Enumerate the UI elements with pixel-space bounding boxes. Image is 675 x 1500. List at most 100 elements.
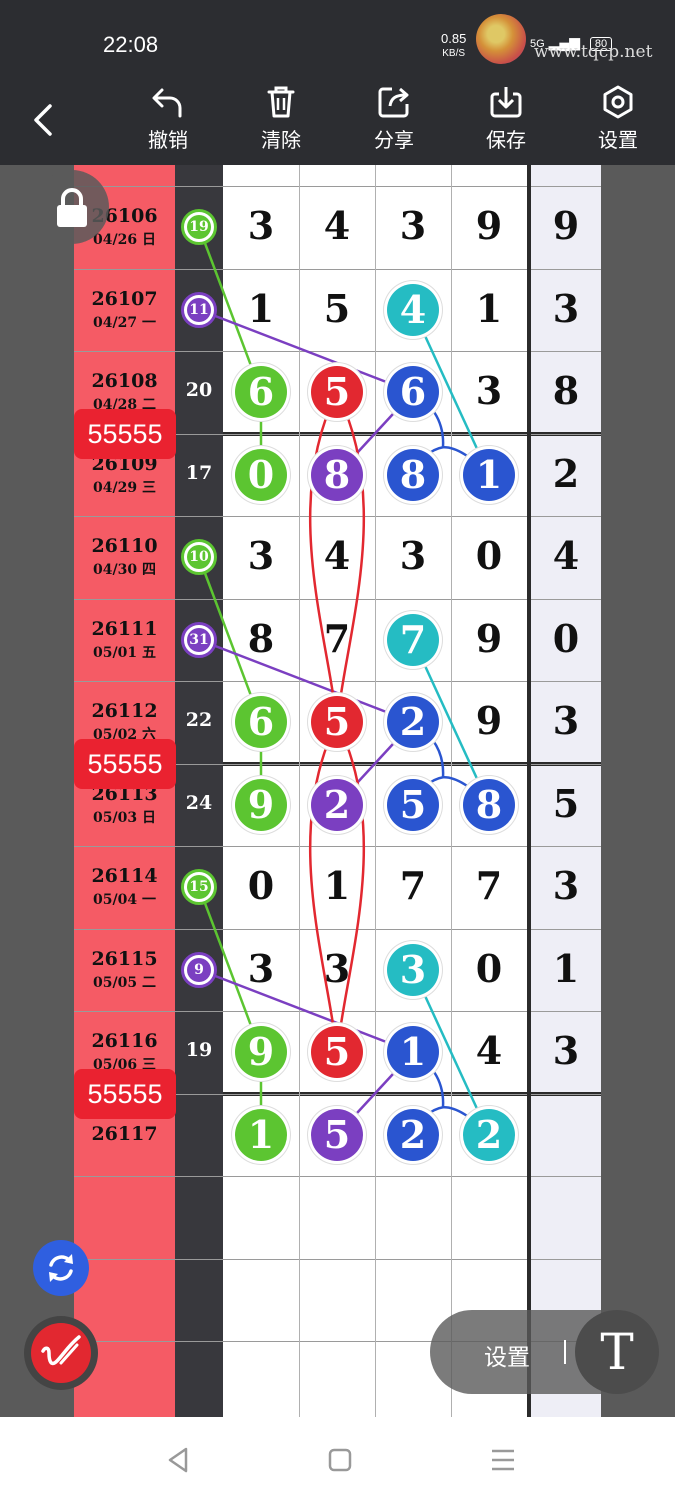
marker-value: 11 <box>187 297 211 322</box>
sum-cell: 3 <box>552 863 580 909</box>
issue-date: 04/27 一 <box>93 314 156 331</box>
issue-cell: 26109 04/29 三 <box>74 453 175 497</box>
settings-pill[interactable]: 设置 T <box>430 1310 675 1394</box>
number-ball: 9 <box>235 778 287 831</box>
digit-cell: 9 <box>475 203 503 249</box>
column-divider <box>299 165 300 1417</box>
clear-label: 清除 <box>261 128 301 152</box>
text-icon[interactable]: T <box>575 1310 659 1394</box>
pen-color-swatch <box>31 1323 91 1383</box>
number-ball: 7 <box>387 613 439 666</box>
digit-cell: 1 <box>323 863 351 909</box>
sum-cell: 5 <box>552 780 580 826</box>
back-button[interactable] <box>30 100 60 140</box>
marker-value: 19 <box>187 215 211 240</box>
issue-cell: 26111 05/01 五 <box>74 618 175 662</box>
issue-number: 26115 <box>91 947 158 970</box>
issue-cell: 26107 04/27 一 <box>74 288 175 332</box>
marker-value: 10 <box>187 545 211 570</box>
digit-cell: 3 <box>247 533 275 579</box>
issue-date: 05/03 日 <box>93 809 156 826</box>
issue-cell: 26112 05/02 六 <box>74 700 175 744</box>
digit-cell: 3 <box>323 945 351 991</box>
sum-cell: 3 <box>552 285 580 331</box>
trash-icon <box>267 86 295 118</box>
digit-cell: 1 <box>475 285 503 331</box>
number-ball: 0 <box>235 448 287 501</box>
marker-ball: 15 <box>181 869 217 906</box>
issue-number: 26114 <box>91 865 158 888</box>
sum-cell: 2 <box>552 450 580 496</box>
number-ball: 2 <box>463 1108 515 1161</box>
sum-cell: 4 <box>552 533 580 579</box>
number-ball: 5 <box>311 1026 363 1079</box>
issue-number: 26107 <box>91 287 158 310</box>
save-label: 保存 <box>486 128 526 152</box>
nav-home-icon[interactable] <box>325 1445 355 1475</box>
number-ball: 4 <box>387 283 439 336</box>
sum-cell: 9 <box>552 203 580 249</box>
pen-button[interactable] <box>24 1316 98 1390</box>
refresh-button[interactable] <box>33 1240 89 1296</box>
number-ball: 1 <box>235 1108 287 1161</box>
number-ball: 8 <box>311 448 363 501</box>
save-button[interactable]: 保存 <box>466 84 546 153</box>
top-toolbar: 22:08 0.85 KB/S 5G ▂▄▆ 80 www.tqcp.net 撤… <box>0 0 675 165</box>
undo-label: 撤销 <box>148 128 188 152</box>
system-nav-bar <box>0 1417 675 1500</box>
number-ball: 5 <box>387 778 439 831</box>
watermark: www.tqcp.net <box>476 10 666 66</box>
issue-cell: 26116 05/06 三 <box>74 1030 175 1074</box>
digit-cell: 0 <box>247 863 275 909</box>
row-divider <box>74 351 601 352</box>
issue-cell: 26115 05/05 二 <box>74 948 175 992</box>
sum-cell: 1 <box>552 945 580 991</box>
number-ball: 3 <box>387 943 439 996</box>
lock-button[interactable] <box>35 170 109 244</box>
nav-back-icon[interactable] <box>164 1445 194 1475</box>
clear-button[interactable]: 清除 <box>241 84 321 153</box>
number-ball: 5 <box>311 1108 363 1161</box>
pill-settings-label[interactable]: 设置 <box>484 1338 530 1372</box>
row-divider <box>74 846 601 847</box>
settings-label: 设置 <box>598 128 638 152</box>
lock-icon <box>57 188 87 227</box>
marker-value: 31 <box>187 627 211 652</box>
span-value: 22 <box>185 709 213 732</box>
share-label: 分享 <box>374 128 414 152</box>
digit-cell: 9 <box>475 615 503 661</box>
issue-date: 04/30 四 <box>93 562 156 579</box>
undo-button[interactable]: 撤销 <box>128 84 208 153</box>
sum-cell: 3 <box>552 698 580 744</box>
nav-menu-icon[interactable] <box>488 1445 518 1475</box>
digit-cell: 3 <box>399 533 427 579</box>
digit-cell: 3 <box>475 368 503 414</box>
marker-value: 9 <box>187 957 211 982</box>
issue-number: 26112 <box>91 700 158 723</box>
number-ball: 8 <box>463 778 515 831</box>
issue-date: 05/01 五 <box>93 644 156 661</box>
row-divider <box>74 681 601 682</box>
issue-date: 04/29 三 <box>93 479 156 496</box>
watermark-url: www.tqcp.net <box>534 42 653 62</box>
marker-ball: 10 <box>181 539 217 576</box>
share-button[interactable]: 分享 <box>354 84 434 153</box>
status-time: 22:08 <box>103 32 159 57</box>
issue-number: 26111 <box>91 617 158 640</box>
number-ball: 8 <box>387 448 439 501</box>
marker-ball: 9 <box>181 951 217 988</box>
number-ball: 1 <box>463 448 515 501</box>
badge-55555: 55555 <box>74 409 176 459</box>
settings-button[interactable]: 设置 <box>578 84 658 153</box>
number-ball: 6 <box>387 366 439 419</box>
speed-unit: KB/S <box>442 48 466 59</box>
marker-ball: 31 <box>181 621 217 658</box>
issue-cell: 26110 04/30 四 <box>74 535 175 579</box>
issue-number: 26110 <box>91 535 158 558</box>
digit-cell: 7 <box>475 863 503 909</box>
pill-separator <box>564 1340 566 1364</box>
digit-cell: 3 <box>247 945 275 991</box>
digit-cell: 4 <box>323 533 351 579</box>
number-ball: 9 <box>235 1026 287 1079</box>
column-divider <box>451 165 452 1417</box>
